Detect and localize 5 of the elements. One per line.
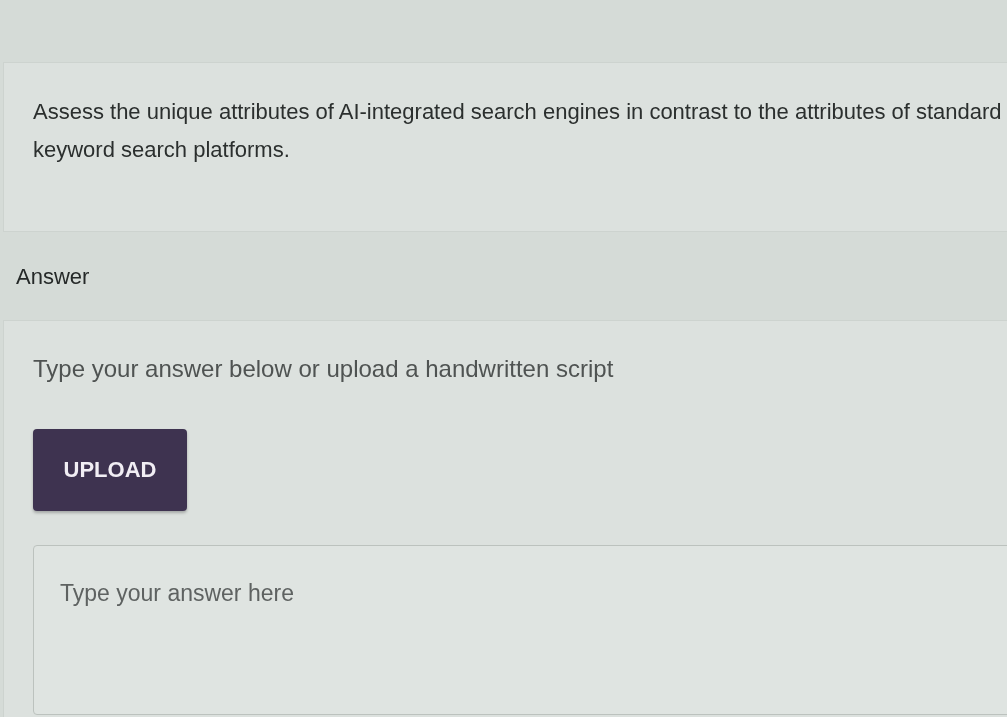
upload-button[interactable]: UPLOAD [33, 429, 187, 511]
question-text: Assess the unique attributes of AI-integrated search engines in contrast to the attributes of standard keyword search platforms. [33, 98, 1003, 164]
instruction-text: Type your answer below or upload a handwritten script [33, 355, 614, 383]
answer-field[interactable]: Type your answer here [33, 545, 1007, 715]
section-heading: Answer [16, 264, 90, 290]
